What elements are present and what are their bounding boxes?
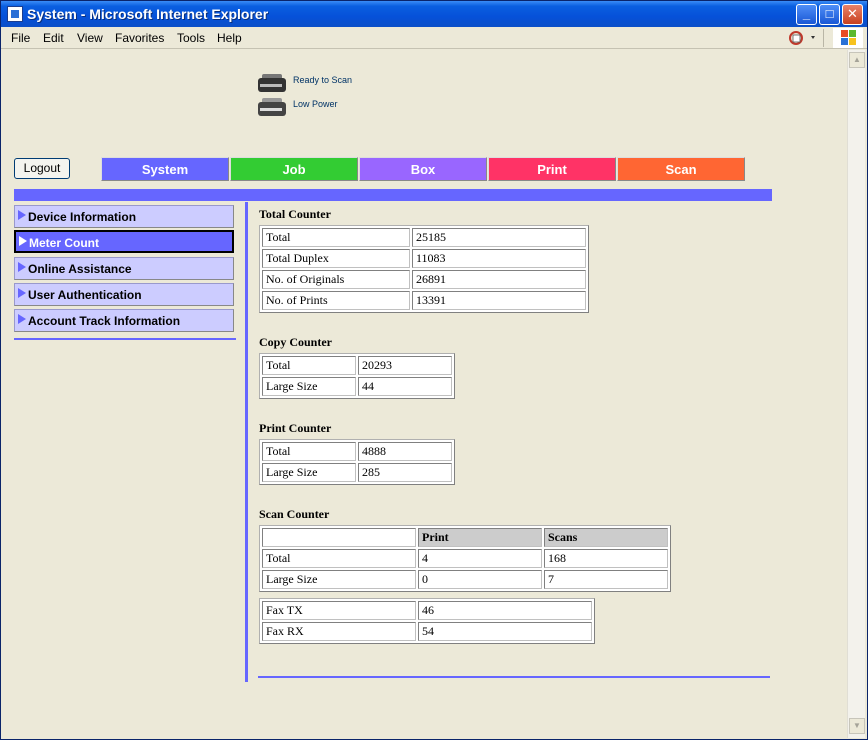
tab-system[interactable]: System bbox=[101, 157, 229, 181]
row-value: 20293 bbox=[358, 356, 452, 375]
sidebar-item-label: Online Assistance bbox=[28, 262, 132, 276]
row-label: No. of Originals bbox=[262, 270, 410, 289]
row-value: 285 bbox=[358, 463, 452, 482]
sidebar-item-label: User Authentication bbox=[28, 288, 142, 302]
windows-logo-icon bbox=[833, 28, 863, 48]
title-bar: System - Microsoft Internet Explorer _ □… bbox=[1, 1, 867, 27]
table-row: Large Size 44 bbox=[262, 377, 452, 396]
pdf-toolbar-icon[interactable] bbox=[787, 28, 819, 48]
printer-icon bbox=[256, 72, 288, 94]
tab-scan[interactable]: Scan bbox=[617, 157, 745, 181]
status-label-ready: Ready to Scan bbox=[293, 75, 353, 85]
row-value: 25185 bbox=[412, 228, 586, 247]
row-value: 13391 bbox=[412, 291, 586, 310]
printer-low-power-icon bbox=[256, 96, 288, 118]
triangle-right-icon bbox=[18, 288, 26, 298]
maximize-button[interactable]: □ bbox=[819, 4, 840, 25]
table-row: Total 25185 bbox=[262, 228, 586, 247]
header-scans: Scans bbox=[544, 528, 668, 547]
tab-print[interactable]: Print bbox=[488, 157, 616, 181]
logout-button[interactable]: Logout bbox=[14, 158, 70, 179]
sidebar-item-account-track-information[interactable]: Account Track Information bbox=[14, 309, 234, 332]
scroll-up-icon[interactable]: ▲ bbox=[849, 52, 865, 68]
menu-file[interactable]: File bbox=[11, 31, 30, 45]
close-button[interactable]: ✕ bbox=[842, 4, 863, 25]
triangle-right-icon bbox=[18, 210, 26, 220]
menu-favorites[interactable]: Favorites bbox=[115, 31, 164, 45]
row-label: Large Size bbox=[262, 570, 416, 589]
table-row: Fax RX 54 bbox=[262, 622, 592, 641]
tab-job[interactable]: Job bbox=[230, 157, 358, 181]
section-title-copy-counter: Copy Counter bbox=[259, 335, 333, 349]
menu-tools[interactable]: Tools bbox=[177, 31, 205, 45]
print-counter-table: Total 4888 Large Size 285 bbox=[259, 439, 455, 485]
table-row: Large Size 0 7 bbox=[262, 570, 668, 589]
fax-counter-table: Fax TX 46 Fax RX 54 bbox=[259, 598, 595, 644]
copy-counter-table: Total 20293 Large Size 44 bbox=[259, 353, 455, 399]
row-value: 26891 bbox=[412, 270, 586, 289]
sidebar-item-label: Meter Count bbox=[29, 236, 99, 250]
triangle-right-icon bbox=[18, 314, 26, 324]
row-label: Total bbox=[262, 356, 356, 375]
section-title-scan-counter: Scan Counter bbox=[259, 507, 330, 521]
section-title-total-counter: Total Counter bbox=[259, 207, 331, 221]
header-blank bbox=[262, 528, 416, 547]
row-label: Fax RX bbox=[262, 622, 416, 641]
row-label: Total Duplex bbox=[262, 249, 410, 268]
row-scans: 7 bbox=[544, 570, 668, 589]
triangle-right-icon bbox=[18, 262, 26, 272]
content-bottom-line bbox=[258, 676, 770, 678]
row-value: 11083 bbox=[412, 249, 586, 268]
table-row: Large Size 285 bbox=[262, 463, 452, 482]
minimize-button[interactable]: _ bbox=[796, 4, 817, 25]
vertical-scrollbar[interactable]: ▲ ▼ bbox=[847, 50, 865, 738]
menu-separator bbox=[823, 29, 824, 47]
row-value: 54 bbox=[418, 622, 592, 641]
section-title-print-counter: Print Counter bbox=[259, 421, 332, 435]
triangle-right-icon bbox=[19, 236, 27, 246]
menu-edit[interactable]: Edit bbox=[43, 31, 64, 45]
menu-bar: File Edit View Favorites Tools Help bbox=[1, 27, 867, 49]
row-label: No. of Prints bbox=[262, 291, 410, 310]
table-row: No. of Prints 13391 bbox=[262, 291, 586, 310]
vertical-divider bbox=[245, 202, 248, 682]
status-label-low-power: Low Power bbox=[293, 99, 338, 109]
table-row: No. of Originals 26891 bbox=[262, 270, 586, 289]
total-counter-table: Total 25185 Total Duplex 11083 No. of Or… bbox=[259, 225, 589, 313]
sidebar-item-user-authentication[interactable]: User Authentication bbox=[14, 283, 234, 306]
row-print: 4 bbox=[418, 549, 542, 568]
ie-page-icon bbox=[7, 6, 23, 22]
row-value: 46 bbox=[418, 601, 592, 620]
table-row: Total 4888 bbox=[262, 442, 452, 461]
sidebar-item-online-assistance[interactable]: Online Assistance bbox=[14, 257, 234, 280]
row-label: Total bbox=[262, 442, 356, 461]
row-value: 44 bbox=[358, 377, 452, 396]
row-label: Large Size bbox=[262, 463, 356, 482]
row-value: 4888 bbox=[358, 442, 452, 461]
sidebar-item-meter-count[interactable]: Meter Count bbox=[14, 230, 234, 253]
sidebar-item-label: Account Track Information bbox=[28, 314, 181, 328]
row-label: Fax TX bbox=[262, 601, 416, 620]
row-label: Total bbox=[262, 549, 416, 568]
table-row: Total 4 168 bbox=[262, 549, 668, 568]
scan-counter-table: Print Scans Total 4 168 Large Size 0 7 bbox=[259, 525, 671, 592]
menu-view[interactable]: View bbox=[77, 31, 103, 45]
menu-help[interactable]: Help bbox=[217, 31, 242, 45]
header-print: Print bbox=[418, 528, 542, 547]
table-row: Fax TX 46 bbox=[262, 601, 592, 620]
row-label: Large Size bbox=[262, 377, 356, 396]
row-label: Total bbox=[262, 228, 410, 247]
tab-box[interactable]: Box bbox=[359, 157, 487, 181]
table-row: Total 20293 bbox=[262, 356, 452, 375]
sidebar-bottom-line bbox=[14, 338, 236, 340]
scroll-down-icon[interactable]: ▼ bbox=[849, 718, 865, 734]
row-scans: 168 bbox=[544, 549, 668, 568]
sidebar-item-label: Device Information bbox=[28, 210, 137, 224]
tab-underline-bar bbox=[14, 189, 772, 201]
table-header-row: Print Scans bbox=[262, 528, 668, 547]
sidebar-item-device-information[interactable]: Device Information bbox=[14, 205, 234, 228]
window-title: System - Microsoft Internet Explorer bbox=[27, 6, 269, 22]
table-row: Total Duplex 11083 bbox=[262, 249, 586, 268]
row-print: 0 bbox=[418, 570, 542, 589]
